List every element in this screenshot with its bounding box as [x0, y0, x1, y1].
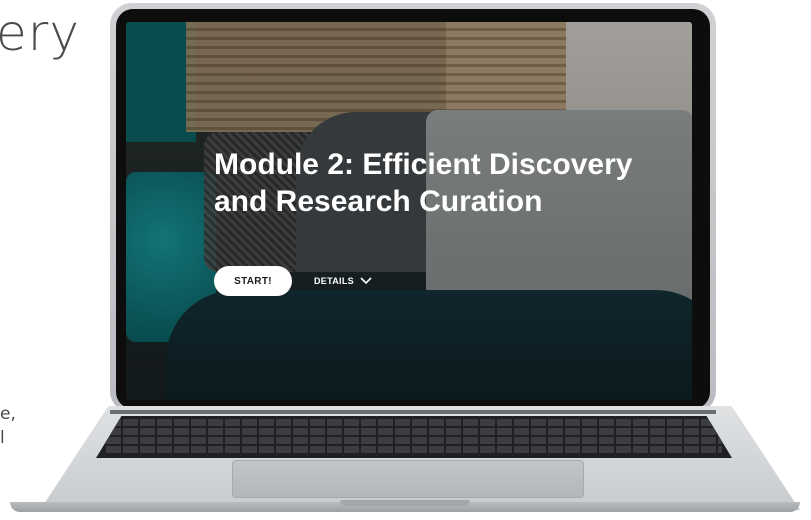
- keyboard-keys: [106, 419, 722, 455]
- laptop-trackpad: [232, 460, 584, 498]
- laptop-notch: [340, 500, 470, 506]
- module-title: Module 2: Efficient Discovery and Resear…: [214, 148, 633, 218]
- laptop-hinge: [110, 410, 716, 414]
- start-button[interactable]: START!: [214, 266, 292, 296]
- slide-heading-fragment: ery: [0, 4, 80, 62]
- details-button[interactable]: DETAILS: [314, 266, 372, 296]
- laptop-lid: Module 2: Efficient Discovery and Resear…: [110, 3, 716, 413]
- laptop-keyboard: [96, 416, 732, 458]
- laptop-screen: Module 2: Efficient Discovery and Resear…: [126, 22, 692, 400]
- slide-body-line-2: l: [0, 428, 5, 448]
- details-label: DETAILS: [314, 276, 354, 286]
- slide-body-fragment: e, l: [0, 402, 16, 450]
- slide-body-line-1: e,: [0, 404, 16, 424]
- chevron-down-icon: [360, 277, 372, 285]
- laptop-bezel: Module 2: Efficient Discovery and Resear…: [116, 9, 710, 409]
